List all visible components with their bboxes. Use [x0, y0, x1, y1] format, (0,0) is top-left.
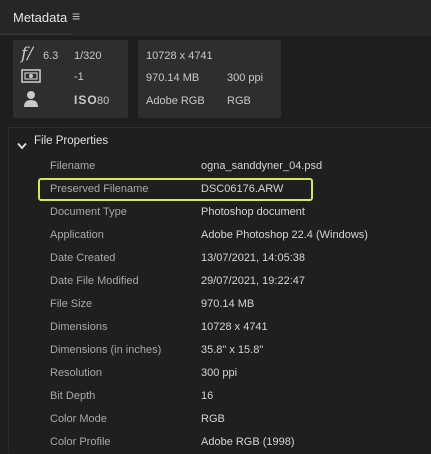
property-row-filename[interactable]: Filename ogna_sanddyner_04.psd [9, 155, 431, 178]
property-row-document-type[interactable]: Document Type Photoshop document [9, 201, 431, 224]
file-data-summary: 10728 x 4741 970.14 MB 300 ppi Adobe RGB… [138, 40, 281, 118]
iso-label: ISO [74, 93, 98, 107]
property-value[interactable]: Adobe RGB (1998) [201, 436, 295, 448]
hamburger-icon[interactable]: ≡ [72, 8, 80, 24]
exposure-compensation: -1 [74, 71, 84, 83]
property-row-application[interactable]: Application Adobe Photoshop 22.4 (Window… [9, 224, 431, 247]
property-label: Color Mode [50, 413, 107, 425]
property-value[interactable]: 10728 x 4741 [201, 321, 268, 333]
property-value[interactable]: Photoshop document [201, 206, 305, 218]
summary-dimensions: 10728 x 4741 [146, 50, 213, 62]
property-value[interactable]: 16 [201, 390, 213, 402]
aperture-icon: f/ [21, 44, 34, 64]
property-value[interactable]: Adobe Photoshop 22.4 (Windows) [201, 229, 368, 241]
active-tab-indicator [0, 33, 72, 35]
property-value[interactable]: 35.8" x 15.8" [201, 344, 263, 356]
property-row-resolution[interactable]: Resolution 300 ppi [9, 362, 431, 385]
panel-header: Metadata ≡ [0, 0, 431, 37]
aperture-value: 6.3 [43, 50, 59, 62]
property-value[interactable]: ogna_sanddyner_04.psd [201, 160, 322, 172]
summary-color-mode: RGB [227, 95, 251, 107]
property-label: Filename [50, 160, 96, 172]
property-row-color-profile[interactable]: Color Profile Adobe RGB (1998) [9, 431, 431, 454]
property-label: Preserved Filename [50, 183, 149, 195]
property-row-bit-depth[interactable]: Bit Depth 16 [9, 385, 431, 408]
property-row-dimensions[interactable]: Dimensions 10728 x 4741 [9, 316, 431, 339]
property-value[interactable]: 13/07/2021, 14:05:38 [201, 252, 305, 264]
file-properties-section: File Properties Filename ogna_sanddyner_… [8, 127, 431, 453]
person-icon [23, 90, 39, 113]
file-properties-header[interactable]: File Properties [9, 128, 431, 156]
property-label: Date Created [50, 252, 116, 264]
property-value[interactable]: 29/07/2021, 19:22:47 [201, 275, 305, 287]
property-label: Dimensions (in inches) [50, 344, 162, 356]
property-value[interactable]: DSC06176.ARW [201, 183, 283, 195]
property-row-preserved-filename[interactable]: Preserved Filename DSC06176.ARW [9, 178, 431, 201]
property-row-date-modified[interactable]: Date File Modified 29/07/2021, 19:22:47 [9, 270, 431, 293]
property-label: File Size [50, 298, 93, 310]
panel-title[interactable]: Metadata [13, 10, 67, 25]
property-label: Date File Modified [50, 275, 139, 287]
shutter-value: 1/320 [74, 50, 102, 62]
camera-data-summary: f/ 6.3 1/320 -1 ISO 80 [13, 40, 128, 118]
property-row-dimensions-inches[interactable]: Dimensions (in inches) 35.8" x 15.8" [9, 339, 431, 362]
property-row-date-created[interactable]: Date Created 13/07/2021, 14:05:38 [9, 247, 431, 270]
property-label: Resolution [50, 367, 102, 379]
property-label: Color Profile [50, 436, 111, 448]
property-row-file-size[interactable]: File Size 970.14 MB [9, 293, 431, 316]
summary-color-profile: Adobe RGB [146, 95, 205, 107]
property-row-color-mode[interactable]: Color Mode RGB [9, 408, 431, 431]
property-value[interactable]: RGB [201, 413, 225, 425]
property-value[interactable]: 970.14 MB [201, 298, 254, 310]
metering-icon [21, 68, 41, 89]
property-value[interactable]: 300 ppi [201, 367, 237, 379]
iso-value: 80 [97, 95, 110, 107]
section-title: File Properties [34, 135, 109, 147]
property-label: Dimensions [50, 321, 108, 333]
summary-resolution: 300 ppi [227, 72, 264, 84]
property-label: Application [50, 229, 104, 241]
property-label: Document Type [50, 206, 127, 218]
summary-file-size: 970.14 MB [146, 72, 200, 84]
chevron-down-icon[interactable] [17, 137, 27, 155]
property-label: Bit Depth [50, 390, 96, 402]
